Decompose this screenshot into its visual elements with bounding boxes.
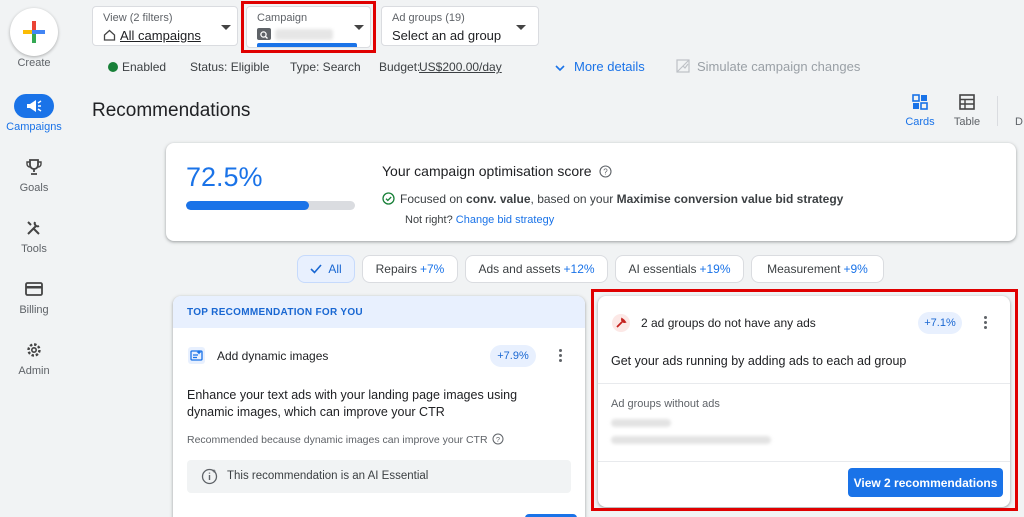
enabled-dot-icon xyxy=(108,62,118,72)
more-details-link[interactable]: More details xyxy=(574,59,645,74)
rail-label-campaigns: Campaigns xyxy=(6,121,62,133)
chip-ads-label: Ads and assets xyxy=(478,262,561,276)
budget-value[interactable]: US$200.00/day xyxy=(419,60,502,74)
ad-groups-count-label: Ad groups (19) xyxy=(392,12,465,24)
view-selector[interactable]: View (2 filters) All campaigns xyxy=(92,6,238,46)
top-recommendation-banner-text: TOP RECOMMENDATION FOR YOU xyxy=(187,307,363,318)
chip-repairs[interactable]: Repairs +7% xyxy=(362,255,458,283)
cards-icon xyxy=(912,94,928,110)
chip-all[interactable]: All xyxy=(297,255,355,283)
view-filters-label: View (2 filters) xyxy=(103,12,173,24)
rail-label-admin: Admin xyxy=(18,365,50,377)
score-title-row: Your campaign optimisation score ? xyxy=(382,163,612,179)
page-title: Recommendations xyxy=(92,100,251,121)
chip-measurement[interactable]: Measurement +9% xyxy=(751,255,884,283)
rail-item-campaigns[interactable]: Campaigns xyxy=(0,94,68,133)
ad-group-caret-icon xyxy=(516,25,526,30)
chip-ads-pct: +12% xyxy=(563,262,595,276)
table-icon xyxy=(959,94,975,110)
svg-text:?: ? xyxy=(603,168,608,177)
view-value-row: All campaigns xyxy=(103,28,201,43)
chip-measurement-pct: +9% xyxy=(843,262,868,276)
left-card-reason: Recommended because dynamic images can i… xyxy=(187,434,488,446)
rail-item-admin[interactable]: Admin xyxy=(0,338,68,377)
create-label: Create xyxy=(17,57,51,69)
left-card-title: Add dynamic images xyxy=(217,349,329,363)
rail-label-tools: Tools xyxy=(21,243,47,255)
not-right-row: Not right? Change bid strategy xyxy=(405,214,554,226)
campaign-type: Type: Search xyxy=(290,60,361,74)
left-card-reason-row: Recommended because dynamic images can i… xyxy=(187,433,504,446)
svg-text:?: ? xyxy=(496,435,500,444)
trophy-icon xyxy=(14,155,54,179)
view-table-button[interactable]: Table xyxy=(947,94,987,128)
ad-group-value: Select an ad group xyxy=(392,28,502,43)
view-cards-label: Cards xyxy=(905,116,935,128)
view-more-label[interactable]: D xyxy=(1015,116,1023,128)
focus-bold-strategy: Maximise conversion value bid strategy xyxy=(616,192,844,206)
view-value: All campaigns xyxy=(120,28,201,43)
ai-essential-text: This recommendation is an AI Essential xyxy=(227,470,429,482)
campaign-highlight-box xyxy=(241,1,376,53)
megaphone-icon xyxy=(14,94,54,118)
chevron-down-icon xyxy=(555,61,565,75)
ad-group-selector[interactable]: Ad groups (19) Select an ad group xyxy=(381,6,539,46)
left-card-uplift: +7.9% xyxy=(490,345,536,367)
plus-icon xyxy=(23,21,45,43)
score-progress-bar xyxy=(186,201,355,210)
ai-essential-note: This recommendation is an AI Essential xyxy=(187,460,571,493)
view-divider xyxy=(997,96,998,126)
view-cards-button[interactable]: Cards xyxy=(900,94,940,128)
chip-repairs-label: Repairs xyxy=(375,262,417,276)
chip-ads-and-assets[interactable]: Ads and assets +12% xyxy=(465,255,608,283)
left-card-more-icon[interactable] xyxy=(559,349,563,364)
rail-item-tools[interactable]: Tools xyxy=(0,216,68,255)
score-title: Your campaign optimisation score xyxy=(382,163,592,179)
rail-label-goals: Goals xyxy=(19,182,49,194)
top-recommendation-banner: TOP RECOMMENDATION FOR YOU xyxy=(173,296,585,328)
not-right-text: Not right? xyxy=(405,214,453,226)
focus-row: Focused on conv. value, based on your Ma… xyxy=(382,192,843,206)
chip-ai-pct: +19% xyxy=(699,262,731,276)
credit-card-icon xyxy=(14,277,54,301)
home-icon xyxy=(103,29,116,41)
score-progress-fill xyxy=(186,201,309,210)
left-card-body: Enhance your text ads with your landing … xyxy=(187,388,518,419)
right-card-highlight-box xyxy=(591,289,1018,511)
rail-item-goals[interactable]: Goals xyxy=(0,155,68,194)
create-button[interactable] xyxy=(10,8,58,56)
simulate-campaign-changes: Simulate campaign changes xyxy=(697,59,861,74)
focus-pre: Focused on xyxy=(400,192,467,206)
check-circle-icon xyxy=(382,192,395,205)
focus-mid: , based on your xyxy=(530,192,617,206)
chip-all-label: All xyxy=(328,262,342,276)
reason-help-icon[interactable]: ? xyxy=(492,433,504,445)
view-caret-icon xyxy=(221,25,231,30)
check-icon xyxy=(310,264,322,274)
chip-measurement-label: Measurement xyxy=(767,262,841,276)
gear-icon xyxy=(14,338,54,362)
enabled-status: Enabled xyxy=(122,60,167,74)
dynamic-images-icon xyxy=(188,347,205,364)
tools-icon xyxy=(14,216,54,240)
change-bid-strategy-link[interactable]: Change bid strategy xyxy=(456,214,554,226)
navigation-rail: Create Campaigns Goals Tools Billing Adm… xyxy=(0,0,68,517)
eligibility-status: Status: Eligible xyxy=(190,60,270,74)
rail-label-billing: Billing xyxy=(19,304,49,316)
chip-repairs-pct: +7% xyxy=(420,262,445,276)
budget-label: Budget: xyxy=(379,60,421,74)
chip-ai-label: AI essentials xyxy=(628,262,697,276)
optimisation-score: 72.5% xyxy=(186,162,263,192)
help-icon[interactable]: ? xyxy=(598,165,612,178)
ai-sparkle-icon xyxy=(201,468,218,485)
view-table-label: Table xyxy=(953,116,981,128)
simulate-disabled-icon xyxy=(676,59,690,76)
chip-ai-essentials[interactable]: AI essentials +19% xyxy=(615,255,744,283)
rail-item-billing[interactable]: Billing xyxy=(0,277,68,316)
focus-bold-value: conv. value xyxy=(466,192,531,206)
